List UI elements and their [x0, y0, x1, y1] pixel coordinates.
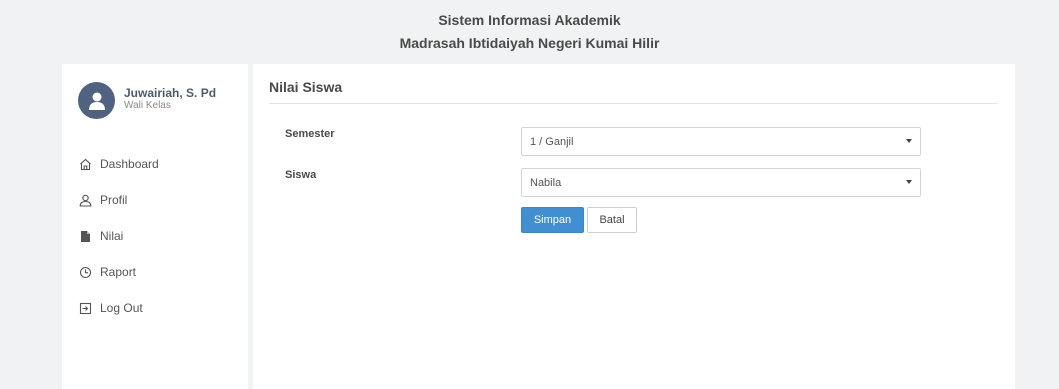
- sidebar-item-label: Nilai: [100, 229, 124, 243]
- logout-icon: [78, 301, 92, 315]
- sidebar-item-raport[interactable]: Raport: [78, 254, 159, 290]
- title-divider: [269, 103, 998, 104]
- main-panel: Nilai Siswa Semester 1 / Ganjil Siswa Na…: [253, 64, 1015, 389]
- sidebar-item-label: Log Out: [100, 301, 143, 315]
- siswa-label: Siswa: [285, 169, 317, 181]
- sidebar-item-logout[interactable]: Log Out: [78, 290, 159, 326]
- siswa-select[interactable]: Nabila: [521, 168, 921, 197]
- person-icon: [78, 193, 92, 207]
- user-icon: [88, 92, 105, 110]
- sidebar: Juwairiah, S. Pd Wali Kelas Dashboard Pr…: [62, 64, 248, 389]
- caret-down-icon: [906, 180, 912, 184]
- semester-value: 1 / Ganjil: [530, 135, 574, 148]
- page-title: Nilai Siswa: [269, 79, 343, 95]
- sidebar-item-label: Profil: [100, 193, 128, 207]
- caret-down-icon: [906, 139, 912, 143]
- home-icon: [78, 157, 92, 171]
- cancel-button[interactable]: Batal: [587, 207, 637, 233]
- school-name: Madrasah Ibtidaiyah Negeri Kumai Hilir: [399, 35, 660, 51]
- save-button[interactable]: Simpan: [521, 207, 584, 233]
- app-header: Sistem Informasi Akademik Madrasah Ibtid…: [0, 10, 1059, 53]
- app-title: Sistem Informasi Akademik: [438, 12, 621, 28]
- semester-select[interactable]: 1 / Ganjil: [521, 127, 921, 156]
- sidebar-nav: Dashboard Profil Nilai Raport Log Out: [78, 146, 159, 326]
- sidebar-item-nilai[interactable]: Nilai: [78, 218, 159, 254]
- file-icon: [78, 229, 92, 243]
- semester-label: Semester: [285, 128, 335, 140]
- siswa-value: Nabila: [530, 176, 562, 189]
- sidebar-item-label: Raport: [100, 265, 137, 279]
- user-role: Wali Kelas: [124, 100, 171, 111]
- clock-icon: [78, 265, 92, 279]
- user-name: Juwairiah, S. Pd: [124, 86, 217, 100]
- avatar: [78, 82, 115, 119]
- user-profile: Juwairiah, S. Pd Wali Kelas: [78, 82, 216, 119]
- sidebar-item-label: Dashboard: [100, 157, 159, 171]
- sidebar-item-dashboard[interactable]: Dashboard: [78, 146, 159, 182]
- sidebar-item-profil[interactable]: Profil: [78, 182, 159, 218]
